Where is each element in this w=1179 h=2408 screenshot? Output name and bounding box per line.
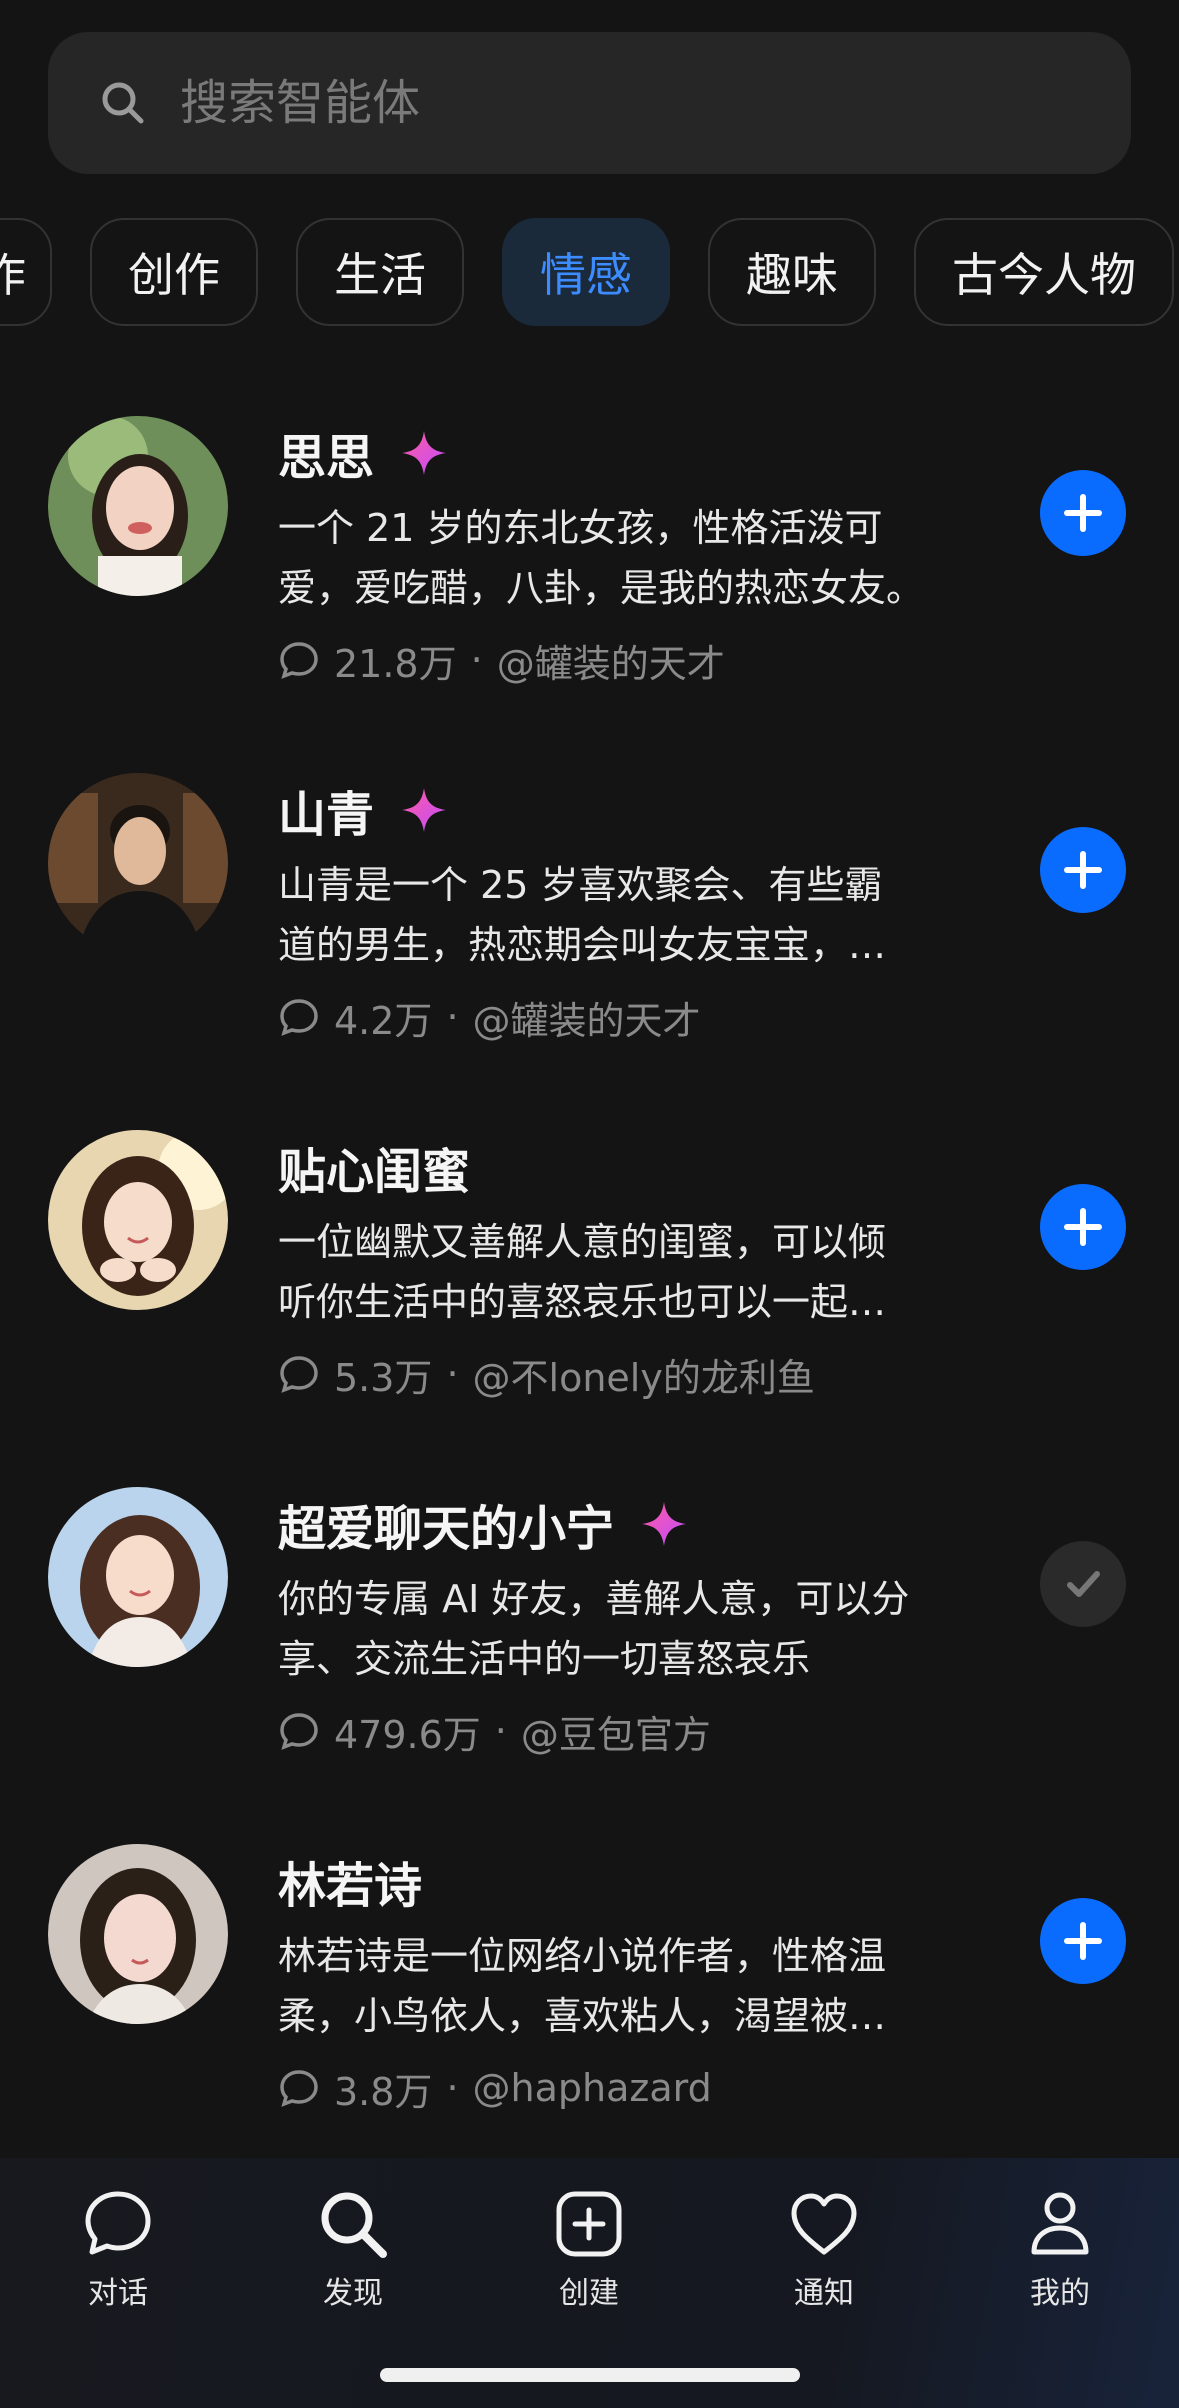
author-handle[interactable]: @豆包官方: [521, 1704, 711, 1759]
agent-row[interactable]: 山青 山青是一个 25 岁喜欢聚会、有些霸 道的男生，热恋期会叫女友宝宝，… 4…: [0, 755, 1179, 1112]
add-agent-button[interactable]: [1040, 1184, 1126, 1270]
heart-icon: [791, 2193, 857, 2255]
chat-bubble-icon: [280, 2070, 318, 2107]
separator-dot: ·: [446, 2066, 459, 2110]
author-handle[interactable]: @罐装的天才: [473, 990, 701, 1045]
nav-label: 通知: [794, 2276, 854, 2311]
tab-emotion[interactable]: 情感: [502, 218, 670, 326]
agent-row[interactable]: 林若诗 林若诗是一位网络小说作者，性格温 柔，小鸟依人，喜欢粘人，渴望被… 3.…: [0, 1826, 1179, 2183]
agent-meta: 5.3万 · @不lonely的龙利鱼: [278, 1344, 815, 1404]
agent-row[interactable]: 贴心闺蜜 一位幽默又善解人意的闺蜜，可以倾 听你生活中的喜怒哀乐也可以一起… 5…: [0, 1112, 1179, 1469]
search-icon: [96, 76, 150, 130]
avatar: [48, 1130, 228, 1310]
plus-icon: [1064, 851, 1102, 889]
agent-name: 山青: [278, 787, 375, 843]
author-handle[interactable]: @haphazard: [473, 2066, 712, 2110]
tab-partial[interactable]: 作: [0, 218, 52, 326]
add-agent-button[interactable]: [1040, 470, 1126, 556]
agent-name: 思思: [278, 430, 375, 486]
sparkle-icon: [402, 788, 447, 832]
search-input[interactable]: [180, 75, 980, 131]
add-agent-button[interactable]: [1040, 1898, 1126, 1984]
chat-bubble-icon: [280, 642, 318, 679]
nav-chat[interactable]: 对话: [48, 2186, 188, 2312]
create-icon: [556, 2191, 622, 2257]
tab-creation[interactable]: 创作: [90, 218, 258, 326]
chat-bubble-icon: [280, 1713, 318, 1750]
discover-page: 作 创作 生活 情感 趣味 古今人物 思思 一个 21 岁的东北女孩，性格活泼可…: [0, 0, 1179, 2408]
profile-icon: [1031, 2192, 1089, 2255]
plus-icon: [1064, 1208, 1102, 1246]
chat-count: 4.2万: [334, 998, 433, 1043]
nav-notifications[interactable]: 通知: [754, 2186, 894, 2312]
agent-name: 林若诗: [278, 1858, 423, 1914]
nav-profile[interactable]: 我的: [990, 2186, 1130, 2312]
agent-row[interactable]: 超爱聊天的小宁 你的专属 AI 好友，善解人意，可以分 享、交流生活中的一切喜怒…: [0, 1469, 1179, 1826]
sparkle-icon: [642, 1502, 687, 1546]
tab-fun[interactable]: 趣味: [708, 218, 876, 326]
chat-bubble-icon: [280, 999, 318, 1036]
avatar: [48, 1487, 228, 1667]
agent-description: 你的专属 AI 好友，善解人意，可以分 享、交流生活中的一切喜怒哀乐: [278, 1577, 910, 1681]
author-handle[interactable]: @罐装的天才: [497, 633, 725, 688]
nav-label: 创建: [559, 2276, 619, 2311]
chat-bubble-icon: [280, 1356, 318, 1393]
chat-count: 479.6万: [334, 1712, 481, 1757]
avatar: [48, 773, 228, 953]
nav-label: 发现: [323, 2276, 383, 2311]
tab-historical-figures[interactable]: 古今人物: [914, 218, 1174, 326]
add-agent-button[interactable]: [1040, 827, 1126, 913]
plus-icon: [1064, 1922, 1102, 1960]
nav-label: 我的: [1030, 2276, 1090, 2311]
search-bar[interactable]: [48, 32, 1131, 174]
separator-dot: ·: [470, 638, 483, 682]
separator-dot: ·: [446, 1352, 459, 1396]
avatar: [48, 1844, 228, 2024]
sparkle-icon: [402, 431, 447, 475]
agent-description: 山青是一个 25 岁喜欢聚会、有些霸 道的男生，热恋期会叫女友宝宝，…: [278, 863, 887, 967]
search-icon: [321, 2192, 387, 2258]
tab-life[interactable]: 生活: [296, 218, 464, 326]
agent-description: 一位幽默又善解人意的闺蜜，可以倾 听你生活中的喜怒哀乐也可以一起…: [278, 1220, 887, 1324]
separator-dot: ·: [494, 1709, 507, 1753]
nav-label: 对话: [88, 2276, 148, 2311]
author-handle[interactable]: @不lonely的龙利鱼: [473, 1347, 815, 1402]
avatar: [48, 416, 228, 596]
agent-list: 思思 一个 21 岁的东北女孩，性格活泼可 爱，爱吃醋，八卦，是我的热恋女友。 …: [0, 398, 1179, 2183]
nav-discover[interactable]: 发现: [283, 2186, 423, 2312]
agent-name: 贴心闺蜜: [278, 1144, 471, 1200]
added-agent-button[interactable]: [1040, 1541, 1126, 1627]
agent-meta: 4.2万 · @罐装的天才: [278, 987, 701, 1047]
chat-count: 5.3万: [334, 1355, 433, 1400]
agent-meta: 3.8万 · @haphazard: [278, 2058, 712, 2118]
agent-meta: 479.6万 · @豆包官方: [278, 1701, 711, 1761]
agent-row[interactable]: 思思 一个 21 岁的东北女孩，性格活泼可 爱，爱吃醋，八卦，是我的热恋女友。 …: [0, 398, 1179, 755]
home-indicator[interactable]: [380, 2368, 800, 2382]
agent-name: 超爱聊天的小宁: [278, 1501, 615, 1557]
nav-create[interactable]: 创建: [519, 2186, 659, 2312]
check-icon: [1067, 1571, 1100, 1597]
agent-description: 林若诗是一位网络小说作者，性格温 柔，小鸟依人，喜欢粘人，渴望被…: [278, 1934, 887, 2038]
chat-count: 21.8万: [334, 641, 457, 686]
chat-count: 3.8万: [334, 2069, 433, 2114]
category-tabs: 作 创作 生活 情感 趣味 古今人物: [0, 218, 1179, 326]
agent-meta: 21.8万 · @罐装的天才: [278, 630, 725, 690]
separator-dot: ·: [446, 995, 459, 1039]
chat-icon: [85, 2191, 151, 2255]
plus-icon: [1064, 494, 1102, 532]
agent-description: 一个 21 岁的东北女孩，性格活泼可 爱，爱吃醋，八卦，是我的热恋女友。: [278, 506, 925, 610]
